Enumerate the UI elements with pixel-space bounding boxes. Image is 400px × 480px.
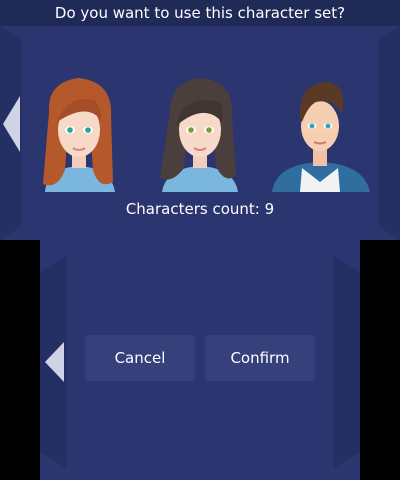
cancel-button[interactable]: Cancel [85,335,195,381]
confirm-button[interactable]: Confirm [205,335,315,381]
bottom-screen: Cancel Confirm [40,240,360,480]
top-screen: Do you want to use this character set? C… [0,0,400,240]
dialog-question: Do you want to use this character set? [54,4,346,22]
character-1-portrait[interactable] [27,72,131,192]
title-bar: Do you want to use this character set? [0,0,400,26]
bottom-left-side-panel [40,256,66,468]
character-3-portrait[interactable] [268,72,372,192]
bottom-right-side-panel [334,256,360,468]
characters-count: Characters count: 9 [0,200,400,218]
characters-count-label: Characters count: [125,200,260,218]
character-2-portrait[interactable] [148,72,252,192]
characters-count-value: 9 [264,200,275,218]
